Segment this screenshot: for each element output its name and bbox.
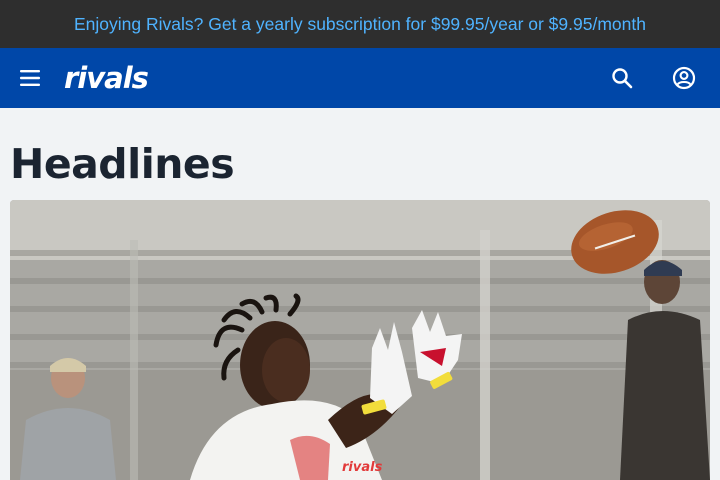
jersey-logo: rivals (342, 460, 383, 475)
account-circle-icon[interactable] (670, 64, 698, 92)
site-header: rivals (0, 48, 720, 108)
promo-subscription-link[interactable]: Enjoying Rivals? Get a yearly subscripti… (74, 14, 646, 35)
headline-hero-image[interactable]: rivals (10, 200, 710, 480)
hamburger-menu-icon[interactable] (16, 66, 44, 90)
promo-banner: Enjoying Rivals? Get a yearly subscripti… (0, 0, 720, 48)
search-icon[interactable] (608, 64, 636, 92)
page-title: Headlines (10, 140, 235, 188)
rivals-logo[interactable]: rivals (64, 62, 149, 94)
